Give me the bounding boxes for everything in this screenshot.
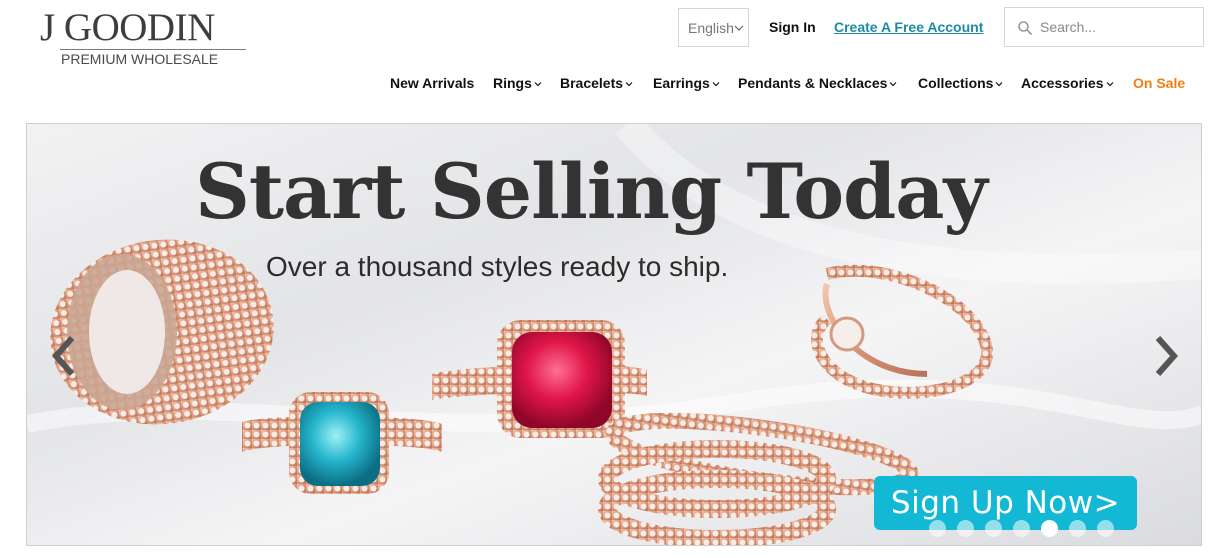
- carousel-dot-active[interactable]: [1041, 520, 1058, 537]
- carousel-dot[interactable]: [957, 520, 974, 537]
- nav-item-label: Bracelets: [560, 75, 624, 91]
- site-logo[interactable]: J GOODIN PREMIUM WHOLESALE: [40, 6, 250, 68]
- carousel-dot[interactable]: [985, 520, 1002, 537]
- nav-item-rings[interactable]: Rings: [493, 75, 542, 91]
- nav-item-collections[interactable]: Collections: [918, 75, 1003, 91]
- logo-wordmark: J GOODIN: [40, 6, 215, 49]
- hero-title: Start Selling Today: [195, 147, 988, 236]
- chevron-down-icon: [996, 82, 1003, 87]
- chevron-down-icon: [625, 82, 633, 87]
- create-account-link[interactable]: Create A Free Account: [834, 19, 983, 35]
- nav-item-on-sale[interactable]: On Sale: [1133, 75, 1185, 91]
- chevron-left-icon[interactable]: [49, 334, 79, 378]
- hero-subtitle: Over a thousand styles ready to ship.: [266, 251, 729, 282]
- search-box[interactable]: [1004, 7, 1204, 47]
- carousel-indicators: [929, 520, 1114, 538]
- search-icon: [1018, 21, 1033, 36]
- sign-in-link[interactable]: Sign In: [769, 19, 816, 35]
- language-select[interactable]: English: [678, 8, 749, 47]
- nav-item-pendants-necklaces[interactable]: Pendants & Necklaces: [738, 75, 897, 91]
- chevron-down-icon: [734, 25, 744, 31]
- chevron-down-icon: [712, 82, 720, 87]
- nav-item-label: Earrings: [653, 75, 710, 91]
- carousel-dot[interactable]: [929, 520, 946, 537]
- nav-item-label: New Arrivals: [390, 75, 475, 91]
- hero-carousel[interactable]: Start Selling Today Over a thousand styl…: [26, 123, 1202, 546]
- chevron-down-icon: [534, 82, 542, 87]
- language-select-value: English: [688, 19, 734, 36]
- nav-item-new-arrivals[interactable]: New Arrivals: [390, 75, 474, 91]
- nav-item-accessories[interactable]: Accessories: [1021, 75, 1114, 91]
- carousel-dot[interactable]: [1013, 520, 1030, 537]
- nav-item-label: Rings: [493, 75, 532, 91]
- chevron-right-icon[interactable]: [1151, 334, 1181, 378]
- chevron-down-icon: [1106, 82, 1113, 87]
- logo-tagline: PREMIUM WHOLESALE: [61, 51, 219, 67]
- nav-item-label: Collections: [918, 75, 994, 91]
- nav-item-bracelets[interactable]: Bracelets: [560, 75, 633, 91]
- nav-item-label: On Sale: [1133, 75, 1186, 91]
- carousel-dot[interactable]: [1097, 520, 1114, 537]
- nav-item-label: Accessories: [1021, 75, 1104, 91]
- search-input[interactable]: [1040, 8, 1200, 46]
- chevron-down-icon: [889, 82, 897, 87]
- carousel-dot[interactable]: [1069, 520, 1086, 537]
- nav-item-earrings[interactable]: Earrings: [653, 75, 720, 91]
- main-nav: New Arrivals Rings Bracelets Earrings Pe…: [0, 75, 1225, 95]
- nav-item-label: Pendants & Necklaces: [738, 75, 888, 91]
